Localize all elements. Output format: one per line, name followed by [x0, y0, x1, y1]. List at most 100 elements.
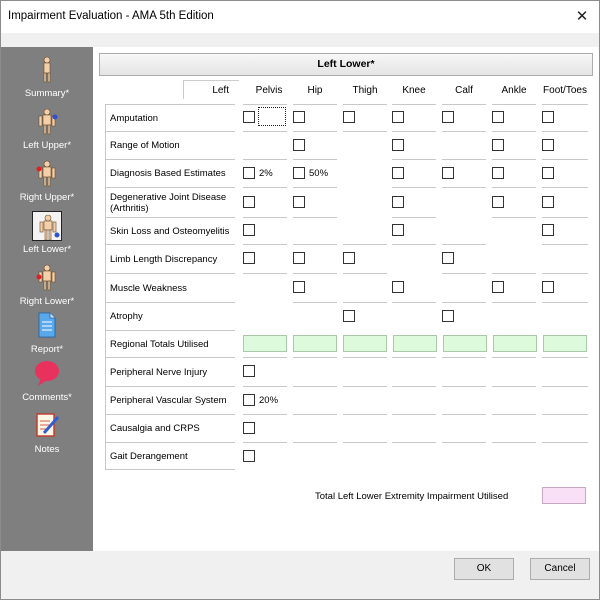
sidebar-item-notes[interactable]: Notes [1, 409, 93, 457]
checkbox-muscle-hip[interactable] [293, 281, 305, 293]
window-title: Impairment Evaluation - AMA 5th Edition [8, 10, 214, 22]
total-field-calf[interactable] [443, 335, 487, 352]
cell-separator [392, 442, 436, 443]
checkbox-amputation-pelvis[interactable] [243, 111, 255, 123]
checkbox-skin-pelvis[interactable] [243, 224, 255, 236]
panel-title: Left Lower* [99, 53, 593, 76]
cell-separator [343, 357, 387, 358]
cell-separator [542, 104, 588, 105]
total-field-thigh[interactable] [343, 335, 387, 352]
close-icon[interactable]: ✕ [565, 1, 599, 33]
total-field-pelvis[interactable] [243, 335, 287, 352]
checkbox-djd-ankle[interactable] [492, 196, 504, 208]
cell-separator [293, 302, 337, 303]
checkbox-amputation-ankle[interactable] [492, 111, 504, 123]
checkbox-peripheral-nerve[interactable] [243, 365, 255, 377]
checkbox-atrophy-calf[interactable] [442, 310, 454, 322]
total-field-ankle[interactable] [493, 335, 537, 352]
cell-separator [442, 159, 486, 160]
checkbox-amputation-calf[interactable] [442, 111, 454, 123]
impairment-evaluation-window: Impairment Evaluation - AMA 5th Edition … [0, 0, 600, 600]
checkbox-dbe-calf[interactable] [442, 167, 454, 179]
cell-separator [343, 131, 387, 132]
checkbox-limb-thigh[interactable] [343, 252, 355, 264]
notes-pencil-icon [36, 413, 60, 437]
row-label-regional-totals: Regional Totals Utilised [105, 330, 235, 357]
row-label-peripheral-nerve: Peripheral Nerve Injury [105, 357, 235, 386]
checkbox-rom-ankle[interactable] [492, 139, 504, 151]
cell-separator [492, 357, 536, 358]
checkbox-djd-hip[interactable] [293, 196, 305, 208]
column-header-pelvis: Pelvis [255, 85, 283, 96]
sidebar-item-left-upper[interactable]: Left Upper* [1, 105, 93, 153]
checkbox-causalgia[interactable] [243, 422, 255, 434]
checkbox-dbe-hip[interactable] [293, 167, 305, 179]
cancel-button[interactable]: Cancel [530, 558, 590, 580]
total-field-knee[interactable] [393, 335, 437, 352]
checkbox-skin-knee[interactable] [392, 224, 404, 236]
cell-separator [542, 302, 588, 303]
checkbox-limb-hip[interactable] [293, 252, 305, 264]
checkbox-djd-knee[interactable] [392, 196, 404, 208]
checkbox-dbe-pelvis[interactable] [243, 167, 255, 179]
checkbox-muscle-foot[interactable] [542, 281, 554, 293]
checkbox-djd-pelvis[interactable] [243, 196, 255, 208]
cell-separator [492, 187, 536, 188]
cell-separator [243, 217, 287, 218]
checkbox-dbe-knee[interactable] [392, 167, 404, 179]
checkbox-amputation-thigh[interactable] [343, 111, 355, 123]
row-label-peripheral-vascular: Peripheral Vascular System [105, 386, 235, 414]
speech-bubble-icon [35, 361, 59, 386]
sidebar-item-report[interactable]: Report* [1, 309, 93, 357]
cell-separator [293, 386, 337, 387]
checkbox-rom-knee[interactable] [392, 139, 404, 151]
cell-separator [392, 104, 436, 105]
checkbox-atrophy-thigh[interactable] [343, 310, 355, 322]
checkbox-amputation-foot[interactable] [542, 111, 554, 123]
cell-separator [442, 302, 486, 303]
cell-separator [492, 217, 536, 218]
checkbox-rom-hip[interactable] [293, 139, 305, 151]
sidebar-item-label: Notes [34, 444, 60, 455]
cell-separator [442, 273, 486, 274]
ok-button[interactable]: OK [454, 558, 514, 580]
checkbox-dbe-foot[interactable] [542, 167, 554, 179]
cell-separator [442, 104, 486, 105]
sidebar-item-left-lower[interactable]: Left Lower* [1, 209, 93, 257]
cell-separator [492, 273, 536, 274]
sidebar-item-label: Report* [30, 344, 64, 355]
checkbox-amputation-hip[interactable] [293, 111, 305, 123]
cell-separator [392, 386, 436, 387]
checkbox-peripheral-vascular[interactable] [243, 394, 255, 406]
checkbox-muscle-ankle[interactable] [492, 281, 504, 293]
cell-separator [542, 442, 588, 443]
sidebar-item-right-lower[interactable]: Right Lower* [1, 261, 93, 309]
column-header-knee: Knee [402, 85, 426, 96]
sidebar-item-right-upper[interactable]: Right Upper* [1, 157, 93, 205]
row-label-range-of-motion: Range of Motion [105, 131, 235, 159]
row-label-atrophy: Atrophy [105, 302, 235, 330]
row-label-amputation: Amputation [105, 104, 235, 131]
cell-separator [392, 357, 436, 358]
checkbox-rom-foot[interactable] [542, 139, 554, 151]
cell-separator [343, 244, 387, 245]
total-impairment-field[interactable] [542, 487, 586, 504]
checkbox-gait[interactable] [243, 450, 255, 462]
cell-separator [492, 159, 536, 160]
cell-separator [243, 414, 287, 415]
checkbox-amputation-knee[interactable] [392, 111, 404, 123]
checkbox-dbe-ankle[interactable] [492, 167, 504, 179]
sidebar-item-summary[interactable]: Summary* [1, 53, 93, 101]
checkbox-skin-foot[interactable] [542, 224, 554, 236]
focus-field-amputation-pelvis[interactable] [258, 107, 286, 126]
sidebar-item-comments[interactable]: Comments* [1, 357, 93, 405]
checkbox-limb-pelvis[interactable] [243, 252, 255, 264]
checkbox-muscle-knee[interactable] [392, 281, 404, 293]
checkbox-djd-foot[interactable] [542, 196, 554, 208]
checkbox-limb-calf[interactable] [442, 252, 454, 264]
cell-separator [293, 131, 337, 132]
row-label-gait: Gait Derangement [105, 442, 235, 470]
total-field-hip[interactable] [293, 335, 337, 352]
total-field-foot[interactable] [543, 335, 587, 352]
cell-separator [293, 159, 337, 160]
